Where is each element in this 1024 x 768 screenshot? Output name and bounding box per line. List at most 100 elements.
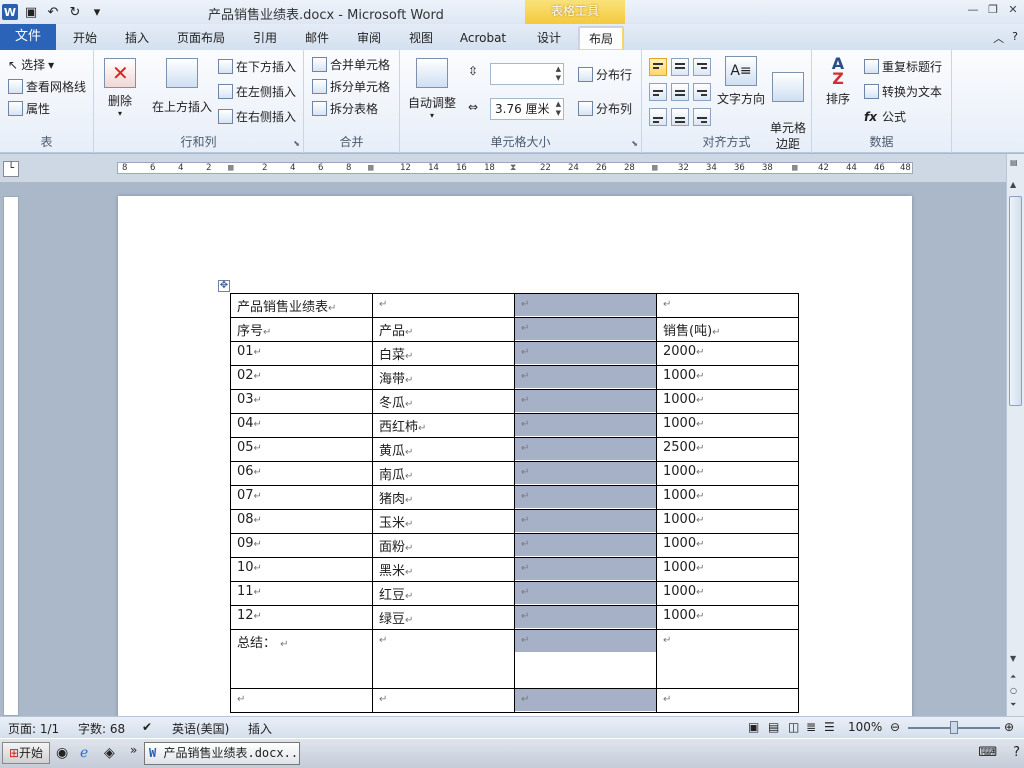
table-cell[interactable]: ↵ (372, 629, 515, 689)
tab-insert[interactable]: 插入 (114, 26, 160, 50)
more-icon[interactable]: » (130, 743, 137, 757)
table-cell[interactable]: ↵ (656, 629, 799, 689)
tab-page-layout[interactable]: 页面布局 (170, 26, 232, 50)
align-middle-center-icon[interactable] (671, 83, 689, 101)
align-bottom-left-icon[interactable] (649, 108, 667, 126)
view-gridlines-button[interactable]: 查看网格线 (8, 78, 86, 95)
tab-design[interactable]: 设计 (526, 26, 572, 50)
language-indicator[interactable]: 英语(美国) (172, 720, 229, 737)
table-cell-selected[interactable]: ↵ (514, 461, 657, 486)
repeat-header-rows-button[interactable]: 重复标题行 (864, 58, 942, 75)
header-cell-index[interactable]: 序号↵ (230, 317, 373, 342)
indent-marker-icon[interactable]: ⧗ (510, 163, 516, 173)
scroll-down-icon[interactable]: ▼ (1010, 654, 1016, 663)
table-cell-selected[interactable]: ↵ (514, 581, 657, 606)
align-middle-left-icon[interactable] (649, 83, 667, 101)
table-cell[interactable]: 面粉↵ (372, 533, 515, 558)
properties-button[interactable]: 属性 (8, 100, 50, 117)
table-cell[interactable]: 海带↵ (372, 365, 515, 390)
previous-page-icon[interactable]: ⏶ (1010, 672, 1016, 682)
column-marker-icon[interactable]: ▦ (368, 163, 373, 173)
row-height-input[interactable]: ▲ ▼ (490, 63, 564, 85)
delete-button[interactable]: ✕ 删除 ▾ (102, 58, 138, 118)
table-cell[interactable]: 黑米↵ (372, 557, 515, 582)
table-cell[interactable]: 黄瓜↵ (372, 437, 515, 462)
tab-acrobat[interactable]: Acrobat (452, 26, 514, 50)
table-title-cell[interactable]: 产品销售业绩表↵ (230, 293, 373, 318)
table-cell[interactable]: ↵ (372, 688, 515, 713)
table-cell[interactable]: 1000↵ (656, 605, 799, 630)
table-cell[interactable]: 西红柿↵ (372, 413, 515, 438)
table-cell[interactable]: 07↵ (230, 485, 373, 510)
table-cell-selected[interactable]: ↵ (514, 365, 657, 390)
table-cell[interactable]: 白菜↵ (372, 341, 515, 366)
table-cell[interactable]: 1000↵ (656, 365, 799, 390)
help-icon[interactable]: ? (1013, 745, 1020, 760)
vertical-scrollbar[interactable]: ▤ ▲ ▼ ⏶ ○ ⏷ (1006, 154, 1024, 716)
table-cell[interactable]: 05↵ (230, 437, 373, 462)
keyboard-icon[interactable]: ⌨ (978, 745, 997, 760)
header-cell-sales[interactable]: 销售(吨)↵ (656, 317, 799, 342)
table-cell-selected[interactable]: ↵ (514, 341, 657, 366)
undo-icon[interactable]: ↶ (44, 3, 62, 21)
table-cell-selected[interactable]: ↵ (514, 509, 657, 534)
table-cell[interactable]: 06↵ (230, 461, 373, 486)
table-cell-selected[interactable]: ↵ (514, 413, 657, 438)
zoom-level[interactable]: 100% (848, 720, 882, 734)
align-top-right-icon[interactable] (693, 58, 711, 76)
scroll-up-icon[interactable]: ▲ (1010, 180, 1016, 189)
table-cell-selected[interactable]: ↵ (514, 533, 657, 558)
table-cell-selected[interactable]: ↵ (514, 605, 657, 630)
proofing-icon[interactable]: ✔ (142, 720, 152, 734)
column-marker-icon[interactable]: ▦ (228, 163, 233, 173)
next-page-icon[interactable]: ⏷ (1010, 700, 1016, 710)
table-cell[interactable]: 2000↵ (656, 341, 799, 366)
sales-table[interactable]: 产品销售业绩表↵ ↵ ↵ ↵ 序号↵ 产品↵ ↵ 销售(吨)↵ 01↵ 白菜↵ ↵ 2… (230, 293, 799, 713)
table-cell[interactable]: 1000↵ (656, 389, 799, 414)
split-cells-button[interactable]: 拆分单元格 (312, 78, 390, 95)
table-cell[interactable]: 1000↵ (656, 413, 799, 438)
dialog-launcher-icon[interactable]: ⬊ (293, 139, 300, 148)
tab-mailings[interactable]: 邮件 (294, 26, 340, 50)
draft-icon[interactable]: ☰ (824, 720, 835, 734)
view-ruler-icon[interactable]: ▤ (1010, 158, 1018, 167)
taskbar-word-window[interactable]: W 产品销售业绩表.docx... (144, 742, 300, 765)
table-cell-selected[interactable]: ↵ (514, 293, 657, 318)
zoom-in-icon[interactable]: ⊕ (1004, 720, 1014, 734)
table-cell[interactable]: 10↵ (230, 557, 373, 582)
browser-icon[interactable]: ℯ (80, 745, 88, 761)
header-cell-selected[interactable]: ↵ (514, 317, 657, 342)
align-top-left-icon[interactable] (649, 58, 667, 76)
table-cell[interactable]: 绿豆↵ (372, 605, 515, 630)
outline-icon[interactable]: ≣ (806, 720, 816, 734)
table-cell[interactable]: 红豆↵ (372, 581, 515, 606)
table-cell[interactable]: 09↵ (230, 533, 373, 558)
help-icon[interactable]: ? (1012, 30, 1018, 46)
table-cell[interactable]: 01↵ (230, 341, 373, 366)
cell-margins-button[interactable]: 单元格 边距 (768, 56, 808, 168)
table-cell-selected[interactable]: ↵ (514, 629, 657, 689)
table-cell[interactable]: 2500↵ (656, 437, 799, 462)
web-layout-icon[interactable]: ◫ (788, 720, 799, 734)
minimize-icon[interactable]: — (966, 3, 980, 17)
sort-button[interactable]: AZ 排序 (818, 56, 858, 107)
table-cell[interactable]: 03↵ (230, 389, 373, 414)
text-direction-button[interactable]: A≡ 文字方向 (716, 56, 766, 107)
spin-arrows-icon[interactable]: ▲ ▼ (556, 65, 561, 83)
insert-mode[interactable]: 插入 (248, 720, 272, 737)
table-cell[interactable]: 08↵ (230, 509, 373, 534)
spin-arrows-icon[interactable]: ▲ ▼ (556, 100, 561, 118)
redo-icon[interactable]: ↻ (66, 3, 84, 21)
table-cell[interactable]: 玉米↵ (372, 509, 515, 534)
table-cell-selected[interactable]: ↵ (514, 437, 657, 462)
table-cell[interactable]: 1000↵ (656, 533, 799, 558)
select-button[interactable]: ↖ 选择 ▾ (8, 56, 54, 73)
browse-object-icon[interactable]: ○ (1010, 686, 1017, 695)
print-layout-icon[interactable]: ▣ (748, 720, 759, 734)
table-cell[interactable]: 11↵ (230, 581, 373, 606)
dialog-launcher-icon[interactable]: ⬊ (631, 139, 638, 148)
table-move-handle-icon[interactable]: ✥ (218, 280, 230, 292)
split-table-button[interactable]: 拆分表格 (312, 100, 378, 117)
horizontal-ruler[interactable]: 8 6 4 2 2 4 6 8 12 14 16 18 22 24 26 28 … (117, 162, 913, 174)
tab-references[interactable]: 引用 (242, 26, 288, 50)
